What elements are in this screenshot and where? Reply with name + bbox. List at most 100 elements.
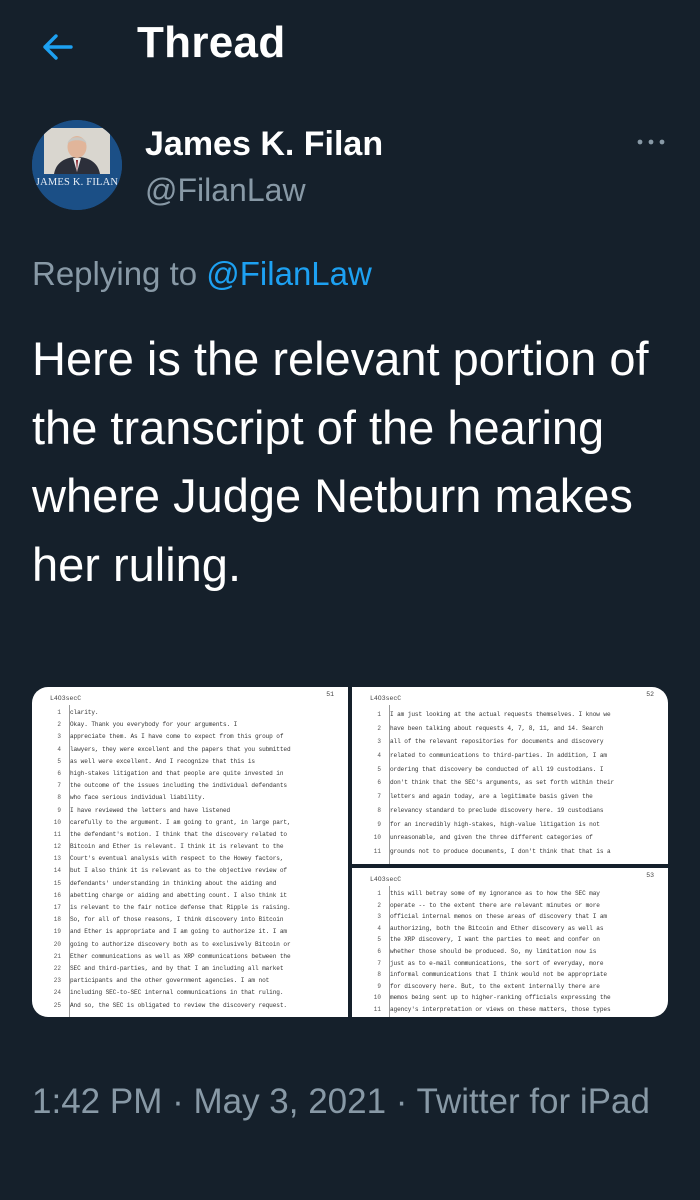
back-button[interactable] bbox=[30, 22, 86, 72]
transcript-line: 9 for discovery here. But, to the extent … bbox=[352, 983, 668, 995]
line-number: 5 bbox=[377, 936, 381, 944]
line-number: 3 bbox=[377, 738, 381, 746]
transcript-line: 10 carefully to the argument. I am going … bbox=[32, 819, 348, 831]
transcript-line: 23 participants and the other government … bbox=[32, 977, 348, 989]
line-number: 9 bbox=[377, 820, 381, 828]
transcript-lines: 1 clarity. 2 Okay. Thank you everybody for… bbox=[32, 709, 348, 1014]
author-name[interactable]: James K. Filan bbox=[145, 125, 383, 164]
line-number: 21 bbox=[53, 952, 61, 960]
line-text: SEC and third-parties, and by that I am … bbox=[70, 964, 284, 972]
case-id: L4O3secC bbox=[370, 695, 402, 702]
transcript-line: 6 high-stakes litigation and that people … bbox=[32, 770, 348, 782]
line-text: high-stakes litigation and that people a… bbox=[70, 769, 284, 777]
line-text: authorizing, both the Bitcoin and Ether … bbox=[390, 924, 604, 932]
avatar[interactable]: JAMES K. FILAN bbox=[32, 120, 122, 210]
line-text: but I also think it is relevant as to th… bbox=[70, 867, 287, 875]
line-text: carefully to the argument. I am going to… bbox=[70, 818, 291, 826]
line-text: So, for all of those reasons, I think di… bbox=[70, 916, 284, 924]
line-number: 11 bbox=[53, 830, 61, 838]
line-number: 7 bbox=[377, 959, 381, 967]
line-number: 1 bbox=[57, 709, 61, 716]
line-text: abetting charge or aiding and abetting c… bbox=[70, 891, 287, 899]
transcript-line: 3 official internal memos on these areas … bbox=[352, 913, 668, 925]
line-text: just as to e-mail communications, the so… bbox=[390, 959, 604, 967]
transcript-page-52[interactable]: L4O3secC 52 1I am just looking at the ac… bbox=[352, 687, 668, 864]
tweet-timestamp: 1:42 PM · May 3, 2021 · Twitter for iPad bbox=[32, 1082, 650, 1121]
more-options-button[interactable] bbox=[632, 128, 672, 158]
case-id: L4O3secC bbox=[50, 695, 82, 702]
transcript-line: 18 So, for all of those reasons, I think … bbox=[32, 916, 348, 928]
line-number: 8 bbox=[57, 794, 61, 802]
transcript-line: 9 I have reviewed the letters and have l… bbox=[32, 807, 348, 819]
transcript-line: 10 memos being sent up to higher-ranking … bbox=[352, 994, 668, 1006]
transcript-line: 5 ordering that discovery be conducted of… bbox=[352, 766, 668, 780]
line-number: 23 bbox=[53, 977, 61, 985]
transcript-line: 10 unreasonable, and given the three diff… bbox=[352, 834, 668, 848]
case-id: L4O3secC bbox=[370, 876, 402, 883]
tweet-text: Here is the relevant portion of the tran… bbox=[32, 332, 649, 591]
line-number: 7 bbox=[377, 793, 381, 801]
tweet-media[interactable]: L4O3secC 5 1 1 clarity. 2 Okay. Thank you e… bbox=[32, 687, 668, 1017]
line-number: 11 bbox=[373, 847, 381, 855]
transcript-line: 11 the defendant's motion. I think that t… bbox=[32, 831, 348, 843]
line-text: unreasonable, and given the three differ… bbox=[390, 834, 593, 842]
line-number: 5 bbox=[377, 765, 381, 773]
line-number: 2 bbox=[377, 901, 381, 909]
transcript-line: 3 appreciate them. As I have come to expe… bbox=[32, 733, 348, 745]
line-text: have been talking about requests 4, 7, 8… bbox=[390, 724, 604, 732]
line-number: 10 bbox=[53, 818, 61, 826]
transcript-lines: 1 I am just looking at the actual request… bbox=[352, 711, 668, 862]
transcript-line: 3 all of the relevant repositories for do… bbox=[352, 738, 668, 752]
line-number: 22 bbox=[53, 964, 61, 972]
line-text: the XRP discovery, I want the parties to… bbox=[390, 936, 600, 944]
transcript-line: 4 lawyers, they were excellent and the pa… bbox=[32, 746, 348, 758]
line-text: operate -- to the extent there are relev… bbox=[390, 901, 600, 909]
line-text: I have reviewed the letters and have lis… bbox=[70, 806, 231, 814]
line-number: 4 bbox=[377, 752, 381, 760]
replying-prefix: Replying to bbox=[32, 255, 207, 292]
author-handle[interactable]: @FilanLaw bbox=[145, 172, 306, 209]
transcript-line: 2 operate -- to the extent there are rele… bbox=[352, 902, 668, 914]
page-header: L4O3secC 53 bbox=[352, 868, 668, 886]
line-number: 16 bbox=[53, 891, 61, 899]
transcript-line: 2 Okay. Thank you everybody for your arg… bbox=[32, 721, 348, 733]
transcript-line: 1 clarity. bbox=[32, 709, 348, 721]
transcript-line: 7 just as to e-mail communications, the s… bbox=[352, 960, 668, 972]
line-number: 12 bbox=[53, 843, 61, 851]
transcript-page-53[interactable]: L4O3secC 53 1 this will betray some of my… bbox=[352, 868, 668, 1017]
line-text: clarity. bbox=[70, 709, 99, 716]
line-number: 18 bbox=[53, 916, 61, 924]
line-text: Okay. Thank you everybody for your argum… bbox=[70, 721, 238, 729]
avatar-portrait bbox=[32, 120, 122, 210]
line-number: 2 bbox=[377, 724, 381, 732]
transcript-lines: 1 this will betray some of my ignorance a… bbox=[352, 890, 668, 1017]
transcript-line: 6 whether those should be produced. So, m… bbox=[352, 948, 668, 960]
line-number: 6 bbox=[377, 947, 381, 955]
line-text: the defendant's motion. I think that the… bbox=[70, 830, 287, 838]
replying-handle-link[interactable]: @FilanLaw bbox=[206, 255, 372, 292]
line-text: all of the relevant repositories for doc… bbox=[390, 738, 604, 746]
transcript-page-51[interactable]: L4O3secC 5 1 1 clarity. 2 Okay. Thank you e… bbox=[32, 687, 348, 1017]
line-text: related to communications to third-parti… bbox=[390, 752, 607, 760]
line-text: participants and the other government ag… bbox=[70, 977, 270, 985]
line-number: 25 bbox=[53, 1001, 61, 1009]
line-text: informal communications that I think wou… bbox=[390, 971, 607, 979]
transcript-line: 8 who face serious individual liability. bbox=[32, 794, 348, 806]
line-text: official internal memos on these areas o… bbox=[390, 913, 607, 921]
line-number: 8 bbox=[377, 971, 381, 979]
line-number: 7 bbox=[57, 782, 61, 790]
line-text: whether those should be produced. So, my… bbox=[390, 947, 597, 955]
line-number: 24 bbox=[53, 989, 61, 997]
line-text: agency's interpretation or views on thes… bbox=[390, 1005, 611, 1013]
line-text: appreciate them. As I have come to expec… bbox=[70, 733, 284, 741]
transcript-line: 20 going to authorize discovery both as t… bbox=[32, 941, 348, 953]
line-text: ordering that discovery be conducted of … bbox=[390, 765, 604, 773]
line-number: 5 bbox=[57, 757, 61, 765]
transcript-line: 12 Bitcoin and Ether is relevant. I think… bbox=[32, 843, 348, 855]
line-number: 14 bbox=[53, 867, 61, 875]
line-text: who face serious individual liability. bbox=[70, 794, 206, 802]
page-number: 52 bbox=[646, 691, 654, 698]
line-number: 8 bbox=[377, 806, 381, 814]
line-text: for an incredibly high-stakes, high-valu… bbox=[390, 820, 600, 828]
transcript-line: 1 I am just looking at the actual request… bbox=[352, 711, 668, 725]
